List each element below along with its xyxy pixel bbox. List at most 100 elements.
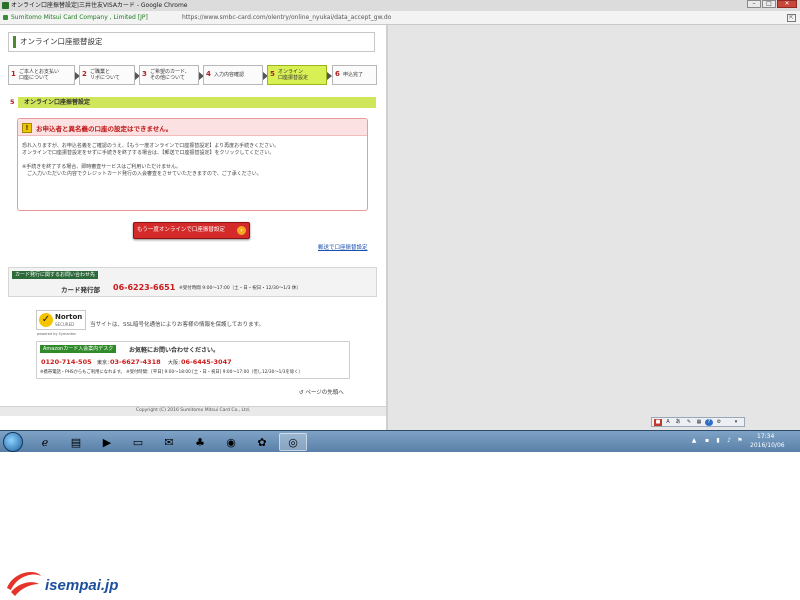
step-6: 6 申込完了 — [332, 65, 377, 85]
section-header: 5 オンライン口座振替設定 — [8, 97, 376, 108]
mail-icon[interactable]: ✉ — [155, 433, 183, 451]
folder-icon[interactable]: ▤ — [62, 433, 90, 451]
checkmark-icon: ✓ — [39, 313, 53, 327]
contact-tag: カード発行に関するお問い合わせ先 — [12, 271, 99, 279]
secure-site-label: Sumitomo Mitsui Card Company , Limited [… — [11, 14, 148, 21]
volume-icon[interactable]: ♪ — [725, 437, 733, 445]
tray-arrow-icon[interactable]: ▲ — [690, 437, 698, 445]
media-player-icon[interactable]: ▶ — [93, 433, 121, 451]
step-number: 2 — [82, 70, 87, 78]
start-button[interactable] — [3, 432, 23, 452]
green-app-icon[interactable]: ✿ — [248, 433, 276, 451]
error-notice-header: ! お申込者と異名義の口座の設定はできません。 — [18, 119, 367, 136]
clock-date[interactable]: 2016/10/06 — [750, 442, 785, 449]
norton-badge: ✓ Norton SECURED — [36, 310, 86, 330]
chrome-titlebar: オンライン口座振替設定|三井住友VISAカード - Google Chrome … — [0, 0, 800, 11]
step-4: 4 入力内容確認 — [203, 65, 268, 85]
step-label: ご本人とお支払い 口座について — [19, 69, 60, 81]
desktop-screen: オンライン口座振替設定|三井住友VISAカード - Google Chrome … — [0, 0, 800, 452]
amazon-freedial: 0120-714-505 — [41, 358, 92, 366]
norton-secured: SECURED — [55, 322, 75, 327]
contact-phone: 06-6223-6651 — [113, 283, 176, 292]
web-page: オンライン口座振替設定 1 ご本人とお支払い 口座について 2 ご職業と リボに… — [0, 25, 386, 430]
help-icon[interactable]: ? — [705, 419, 713, 426]
step-number: 6 — [335, 70, 340, 78]
section-number: 5 — [10, 98, 15, 106]
step-1: 1 ご本人とお支払い 口座について — [8, 65, 80, 85]
step-number: 1 — [11, 70, 16, 78]
lock-icon — [3, 15, 8, 20]
address-bar[interactable]: Sumitomo Mitsui Card Company , Limited [… — [0, 11, 800, 25]
ime-mode[interactable]: あ — [674, 419, 682, 426]
extension-icon[interactable]: ⇱ — [787, 14, 796, 22]
games-icon[interactable]: ♣ — [186, 433, 214, 451]
maximize-button[interactable]: □ — [762, 0, 776, 8]
ime-tool-icon[interactable]: ✎ — [685, 419, 693, 426]
section-label: オンライン口座振替設定 — [24, 99, 91, 106]
browser-viewport: オンライン口座振替設定 1 ご本人とお支払い 口座について 2 ご職業と リボに… — [0, 25, 800, 430]
firefox-icon[interactable]: ◉ — [217, 433, 245, 451]
norton-seal[interactable]: ✓ Norton SECURED powered by Symantec — [36, 310, 86, 340]
step-label: ご職業と リボについて — [90, 69, 120, 81]
norton-brand: Norton — [55, 313, 83, 321]
osaka-phone: 06-6445-3047 — [181, 358, 232, 366]
site-favicon-icon — [2, 2, 9, 9]
close-button[interactable]: ✕ — [777, 0, 797, 8]
tray-app-icon[interactable]: ▪ — [703, 437, 711, 445]
step-label: オンライン 口座振替設定 — [278, 69, 309, 81]
chrome-icon[interactable]: ◎ — [279, 433, 307, 451]
page-top-label: ページの先頭へ — [305, 390, 344, 396]
notice-line: 恐れ入りますが、お申込名義をご確認のうえ、【もう一度オンラインで口座振替設定】よ… — [22, 143, 280, 149]
chevron-down-icon[interactable]: ▾ — [732, 419, 740, 426]
mail-setup-link[interactable]: 郵送で口座振替設定 — [318, 243, 368, 251]
warning-icon: ! — [22, 123, 32, 133]
minimize-button[interactable]: – — [747, 0, 761, 8]
url-text[interactable]: https://www.smbc-card.com/olentry/online… — [182, 11, 391, 25]
language-bar[interactable]: ■ A あ ✎ ▦ ? ⚙ ▾ — [651, 417, 745, 427]
footer: Copyright (C) 2016 Sumitomo Mitsui Card … — [0, 406, 386, 416]
step-number: 4 — [206, 70, 211, 78]
ime-icon[interactable]: ■ — [654, 419, 662, 426]
retry-button-label: もう一度オンラインで口座振替設定 — [137, 227, 225, 233]
retry-online-setup-button[interactable]: もう一度オンラインで口座振替設定 › — [133, 222, 250, 239]
norton-powered: powered by Symantec — [37, 332, 77, 336]
ime-lang[interactable]: A — [664, 419, 672, 426]
ime-pad-icon[interactable]: ▦ — [695, 419, 703, 426]
tokyo-phone: 03-6627-4318 — [110, 358, 161, 366]
notice-line: ※手続きを終了する場合、即時審査サービスはご利用いただけません。 — [22, 164, 182, 170]
flag-icon[interactable]: ⚑ — [736, 437, 744, 445]
computer-icon[interactable]: ▭ — [124, 433, 152, 451]
contact-hours: ※受付時間 9:00～17:00（土・日・祝日・12/30～1/3 休） — [179, 286, 301, 291]
ssl-notice: 当サイトは、SSL暗号化通信によりお客様の情報を保護しております。 — [90, 322, 265, 328]
step-number: 3 — [142, 70, 147, 78]
network-icon[interactable]: ▮ — [714, 437, 722, 445]
arrow-right-icon: › — [237, 226, 246, 235]
title-accent-bar — [13, 36, 16, 48]
page-edge — [386, 25, 388, 430]
notice-line: オンラインで口座振替設定をせずに手続きを終了する場合は、【郵送で口座振替設定】を… — [22, 150, 275, 156]
contact-department: カード発行部 — [61, 286, 100, 294]
logo-text: isempai.jp — [45, 577, 119, 594]
step-number: 5 — [270, 70, 275, 78]
taskbar: ℯ ▤ ▶ ▭ ✉ ♣ ◉ ✿ ◎ ▲ ▪ ▮ ♪ ⚑ 17:34 2016/1… — [0, 430, 800, 452]
contact-box: カード発行に関するお問い合わせ先 カード発行部 06-6223-6651 ※受付… — [8, 267, 377, 297]
page-top-link[interactable]: ↺ ページの先頭へ — [299, 388, 344, 396]
step-2: 2 ご職業と リボについて — [79, 65, 140, 85]
error-notice: ! お申込者と異名義の口座の設定はできません。 恐れ入りますが、お申込名義をご確… — [17, 118, 368, 211]
amazon-desk-box: Amazonカード入会案内デスク お気軽にお問い合わせください。 0120-71… — [36, 341, 350, 379]
notice-line: ご入力いただいた内容でクレジットカード発行の入会審査をさせていただきますので、ご… — [22, 171, 262, 177]
page-title: オンライン口座振替設定 — [20, 37, 103, 46]
ime-option-icon[interactable]: ⚙ — [715, 419, 723, 426]
step-3: 3 ご希望のカード、 その他について — [139, 65, 204, 85]
step-label: 入力内容確認 — [214, 72, 245, 78]
swoosh-icon — [7, 572, 41, 596]
error-notice-title: お申込者と異名義の口座の設定はできません。 — [36, 125, 173, 133]
page-title-box: オンライン口座振替設定 — [8, 32, 375, 52]
amazon-desk-heading: お気軽にお問い合わせください。 — [129, 347, 220, 354]
amazon-note: ※携帯電話・PHSからもご利用になれます。 ※受付時間：[平日] 9:00～18… — [40, 370, 303, 375]
isempai-logo: isempai.jp — [5, 565, 135, 600]
step-label: ご希望のカード、 その他について — [150, 69, 190, 81]
clock-time[interactable]: 17:34 — [757, 433, 774, 440]
step-5-current: 5 オンライン 口座振替設定 — [267, 65, 332, 85]
ie-icon[interactable]: ℯ — [31, 433, 59, 451]
